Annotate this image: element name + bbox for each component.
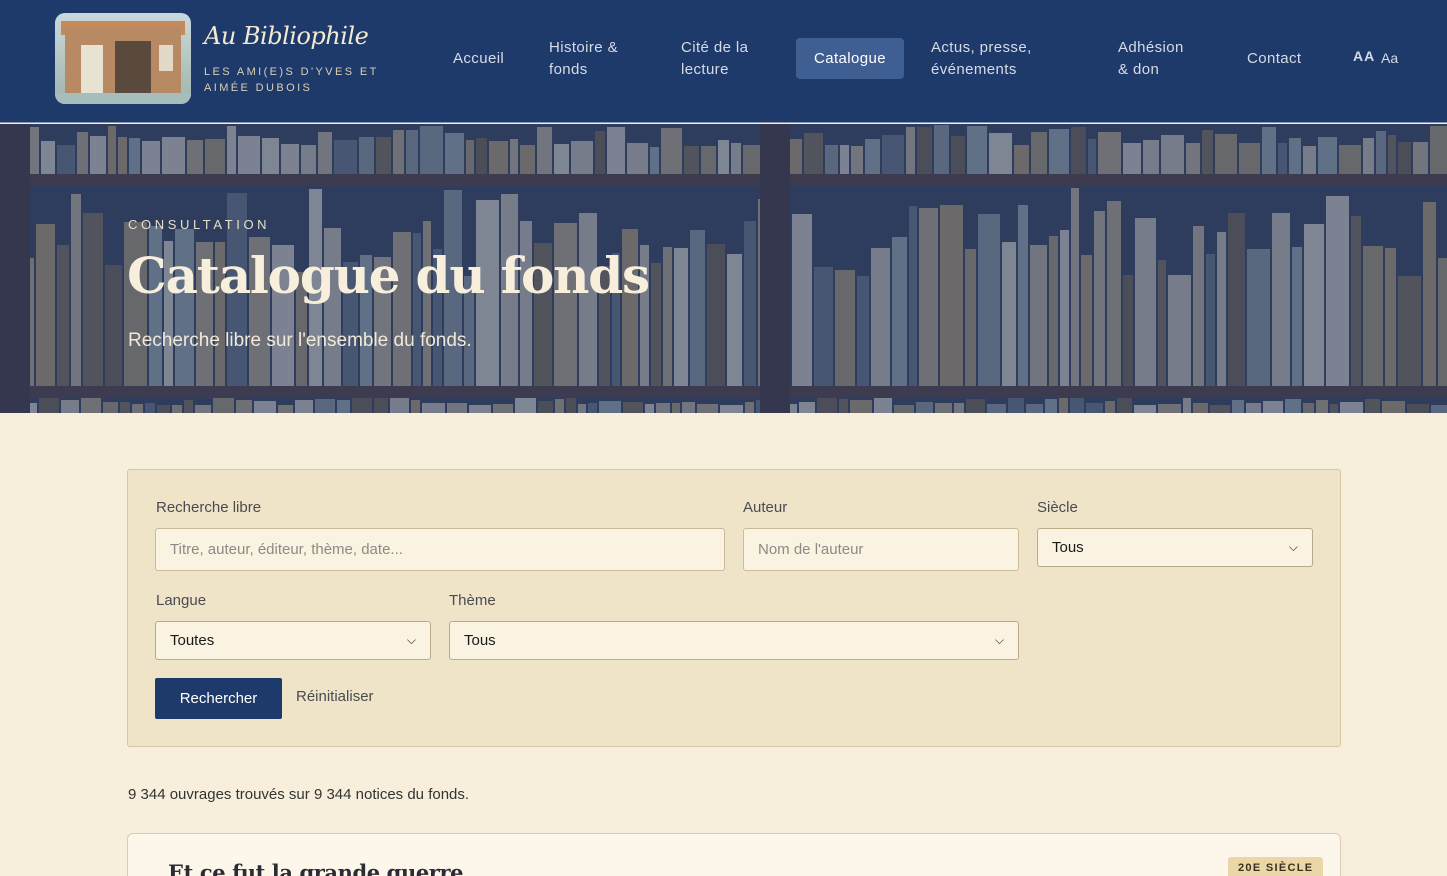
nav-item-accueil[interactable]: Accueil [453,48,504,70]
century-select[interactable]: Tous ⌵ [1037,528,1313,567]
site-header: Au Bibliophile LES AMI(E)S D'YVES ET AIM… [0,0,1447,123]
author-label: Auteur [743,499,788,516]
chevron-down-icon: ⌵ [1288,540,1298,554]
logo-door-center [115,41,151,97]
search-panel: Recherche libre Titre, auteur, éditeur, … [127,469,1341,747]
nav-item-catalogue[interactable]: Catalogue [796,38,904,79]
chevron-down-icon: ⌵ [994,633,1004,647]
font-size-small-toggle[interactable]: Aa [1381,50,1398,66]
free-search-label: Recherche libre [156,499,262,516]
theme-select[interactable]: Tous ⌵ [449,621,1019,660]
logo-window [159,45,173,71]
results-count: 9 344 ouvrages trouvés sur 9 344 notices… [128,786,470,803]
century-label: Siècle [1037,499,1078,516]
theme-label: Thème [449,592,496,609]
logo-door-left [81,45,103,97]
logo-image[interactable] [55,13,191,104]
language-select[interactable]: Toutes ⌵ [155,621,431,660]
nav-item-histoire[interactable]: Histoire & fonds [549,37,649,81]
author-input[interactable]: Nom de l'auteur [743,528,1019,571]
nav-item-cite[interactable]: Cité de la lecture [681,37,771,81]
search-button[interactable]: Rechercher [155,678,282,719]
century-badge: 20E SIÈCLE [1228,857,1324,876]
hero-banner: CONSULTATION Catalogue du fonds Recherch… [0,124,1447,413]
brand-subtitle: LES AMI(E)S D'YVES ET AIMÉE DUBOIS [204,66,379,94]
century-select-value: Tous [1052,539,1084,556]
result-title[interactable]: Et ce fut la grande guerre [168,860,463,876]
nav-item-adhesion[interactable]: Adhésion & don [1118,37,1198,81]
reset-button[interactable]: Réinitialiser [296,688,374,705]
chevron-down-icon: ⌵ [406,633,416,647]
language-select-value: Toutes [170,632,215,649]
page-title: Catalogue du fonds [127,246,650,305]
language-label: Langue [156,592,207,609]
nav-item-contact[interactable]: Contact [1247,48,1302,70]
hero-subtitle: Recherche libre sur l'ensemble du fonds. [128,330,472,351]
theme-select-value: Tous [464,632,496,649]
nav-item-actus[interactable]: Actus, presse, événements [931,37,1081,81]
font-size-large-toggle[interactable]: AA [1353,48,1375,64]
logo-street [55,93,191,104]
result-card[interactable]: Et ce fut la grande guerre 20E SIÈCLE [127,833,1341,876]
free-search-input[interactable]: Titre, auteur, éditeur, thème, date... [155,528,725,571]
brand-title[interactable]: Au Bibliophile [204,22,369,50]
hero-eyebrow: CONSULTATION [128,217,271,232]
